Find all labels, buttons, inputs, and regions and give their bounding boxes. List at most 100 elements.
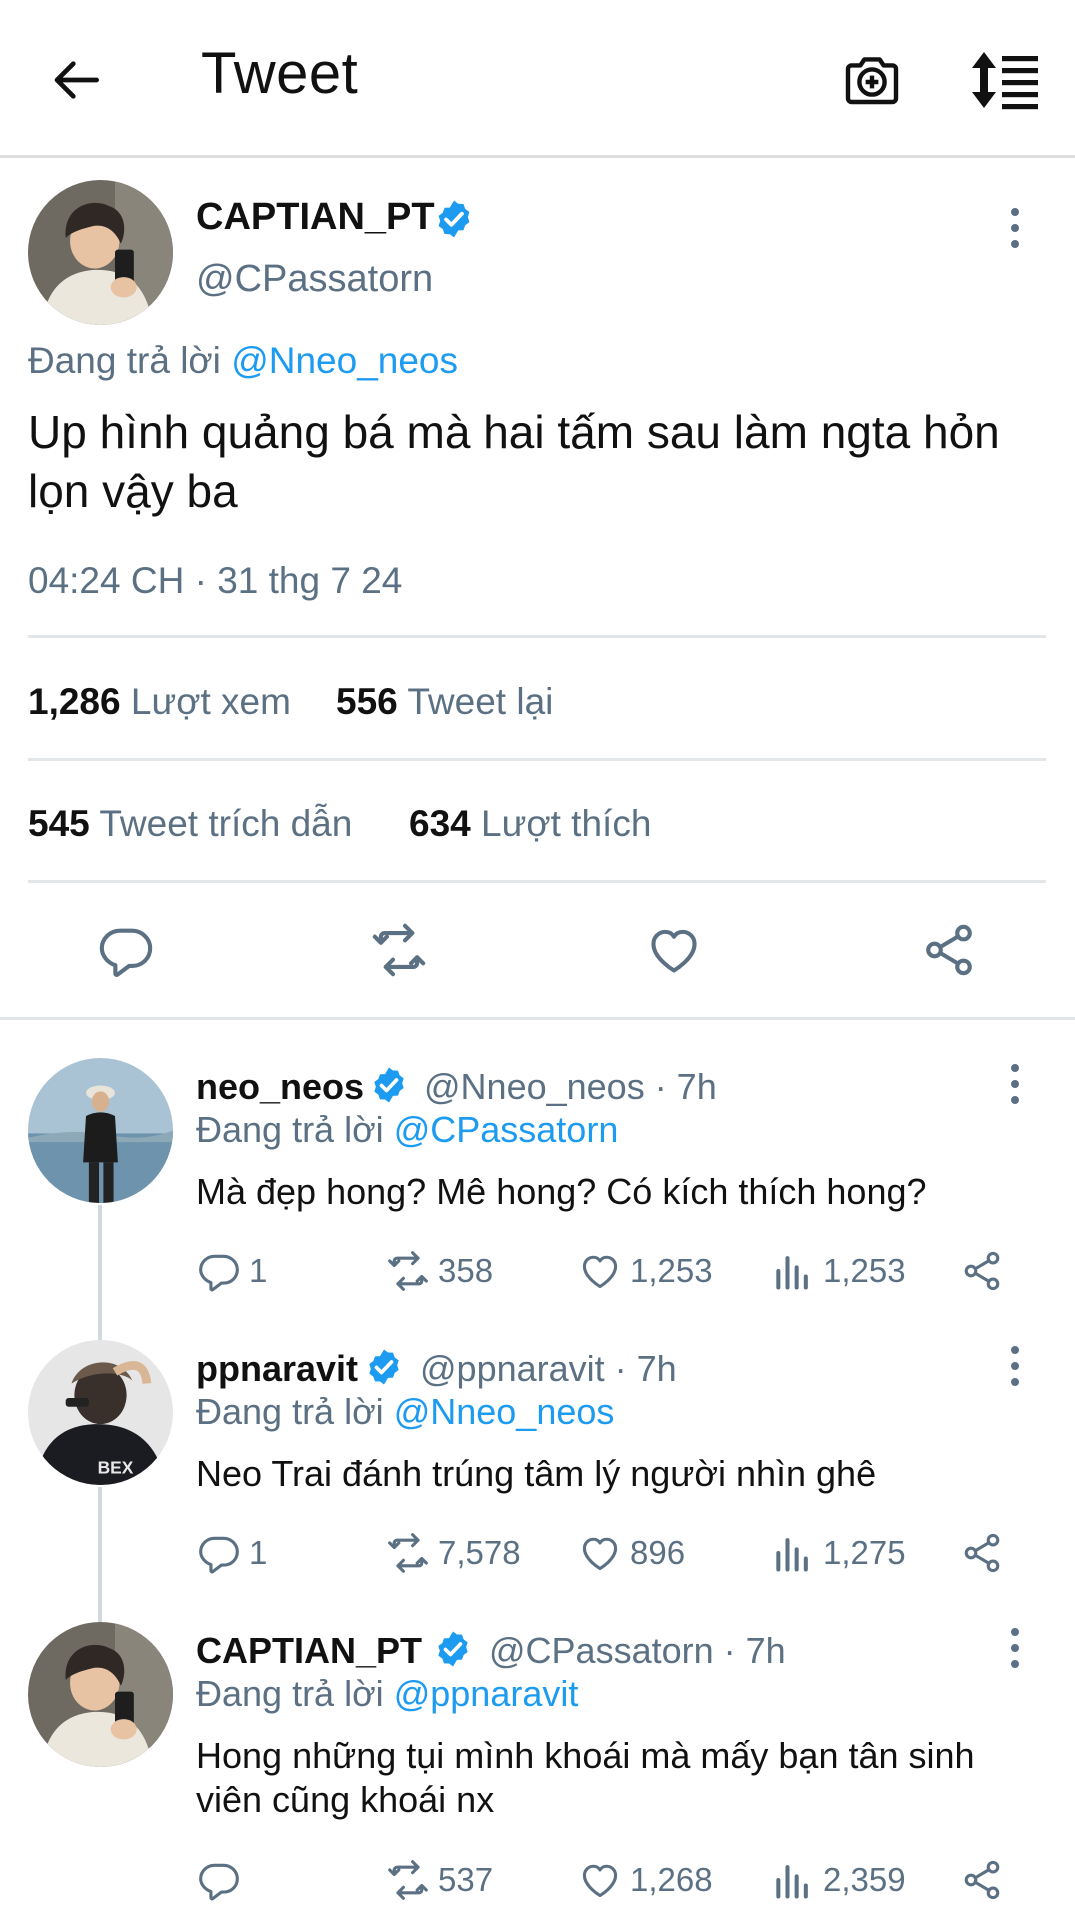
add-photo-camera-icon[interactable] [840,48,904,112]
reply-icon[interactable] [97,921,155,979]
quotes-label: Tweet trích dẫn [99,803,353,844]
reply-avatar[interactable]: BEX [28,1340,173,1485]
author-avatar[interactable] [28,180,173,325]
share-icon[interactable] [960,1249,1004,1293]
replying-to-label: Đang trả lời [28,340,221,381]
likes-label: Lượt thích [481,803,652,844]
views-button[interactable]: 1,275 [771,1528,906,1578]
replying-to-line: Đang trả lời @Nneo_neos [28,340,458,382]
back-arrow-icon[interactable] [50,52,106,108]
views-icon [771,1858,815,1902]
divider [28,635,1046,638]
views-count: 1,286 [28,681,121,722]
views-button[interactable]: 2,359 [771,1855,906,1905]
like-icon[interactable] [645,921,703,979]
verified-badge-icon [369,1065,409,1105]
like-icon [578,1531,622,1575]
quotes-stat[interactable]: 545 Tweet trích dẫn [28,803,352,845]
reply-avatar[interactable] [28,1622,173,1767]
sort-replies-icon[interactable] [970,50,1040,110]
like-icon [578,1249,622,1293]
views-icon [771,1531,815,1575]
reply-handle-time[interactable]: @CPassatorn · 7h [489,1630,786,1672]
verified-badge-icon [433,1629,473,1669]
replying-to-mention[interactable]: @ppnaravit [394,1673,579,1714]
tweet-timestamp[interactable]: 04:24 CH · 31 thg 7 24 [28,560,402,602]
verified-badge-icon [364,1347,404,1387]
author-handle[interactable]: @CPassatorn [196,258,433,301]
divider [28,880,1046,883]
retweets-stat[interactable]: 556 Tweet lại [336,681,553,723]
reply-handle-time[interactable]: @Nneo_neos · 7h [424,1066,717,1108]
page-title: Tweet [201,41,359,106]
divider [0,1017,1075,1020]
like-icon [578,1858,622,1902]
retweet-button[interactable]: 358 [386,1246,493,1296]
more-options-icon[interactable] [1005,1626,1025,1670]
retweets-count: 556 [336,681,398,722]
retweet-icon [386,1531,430,1575]
reply-button[interactable]: 1 [197,1246,267,1296]
more-options-icon[interactable] [1005,1062,1025,1106]
retweet-button[interactable]: 7,578 [386,1528,521,1578]
likes-count: 634 [409,803,471,844]
tweet-text: Up hình quảng bá mà hai tấm sau làm ngta… [28,406,1000,517]
more-options-icon[interactable] [1005,206,1025,250]
replying-to-label: Đang trả lời [196,1109,384,1150]
retweet-button[interactable]: 537 [386,1855,493,1905]
share-icon[interactable] [960,1858,1004,1902]
reply-author-name[interactable]: neo_neos [196,1066,364,1108]
retweet-count: 537 [438,1861,494,1898]
replying-to-mention[interactable]: @CPassatorn [394,1109,619,1150]
replying-to-mention[interactable]: @Nneo_neos [231,340,458,381]
reply-author-name[interactable]: CAPTIAN_PT [196,1630,422,1672]
reply-icon [197,1858,241,1902]
reply-text: Hong những tụi mình khoái mà mấy bạn tân… [196,1735,975,1820]
share-icon[interactable] [960,1531,1004,1575]
thread-connector [98,1487,102,1624]
like-count: 1,253 [630,1252,713,1289]
author-name[interactable]: CAPTIAN_PT [196,196,435,239]
reply-author-name[interactable]: ppnaravit [196,1348,358,1390]
replying-to-mention[interactable]: @Nneo_neos [394,1391,615,1432]
replying-to-label: Đang trả lời [196,1391,384,1432]
reply-icon [197,1531,241,1575]
like-button[interactable]: 896 [578,1528,685,1578]
reply-text: Mà đẹp hong? Mê hong? Có kích thích hong… [196,1171,927,1212]
likes-stat[interactable]: 634 Lượt thích [409,803,651,845]
views-button[interactable]: 1,253 [771,1246,906,1296]
quotes-count: 545 [28,803,90,844]
verified-badge-icon [433,198,475,240]
divider [28,758,1046,761]
like-button[interactable]: 1,268 [578,1855,713,1905]
retweet-icon[interactable] [370,921,428,979]
more-options-icon[interactable] [1005,1344,1025,1388]
views-icon [771,1249,815,1293]
retweet-icon [386,1249,430,1293]
replying-to-line: Đang trả lời @CPassatorn [196,1109,618,1151]
share-icon[interactable] [920,921,978,979]
reply-count: 1 [249,1534,268,1571]
reply-handle-time[interactable]: @ppnaravit · 7h [420,1348,677,1390]
views-stat: 1,286 Lượt xem [28,681,291,723]
views-label: Lượt xem [130,681,291,722]
views-count: 2,359 [823,1861,906,1898]
views-count: 1,275 [823,1534,906,1571]
reply-button[interactable] [197,1855,249,1905]
thread-connector [98,1205,102,1342]
retweet-icon [386,1858,430,1902]
like-button[interactable]: 1,253 [578,1246,713,1296]
reply-button[interactable]: 1 [197,1528,267,1578]
reply-icon [197,1249,241,1293]
retweet-count: 358 [438,1252,494,1289]
replying-to-label: Đang trả lời [196,1673,384,1714]
like-count: 1,268 [630,1861,713,1898]
views-count: 1,253 [823,1252,906,1289]
top-app-bar: Tweet [0,0,1075,158]
retweets-label: Tweet lại [407,681,554,722]
reply-text: Neo Trai đánh trúng tâm lý người nhìn gh… [196,1453,877,1494]
reply-avatar[interactable] [28,1058,173,1203]
replying-to-line: Đang trả lời @Nneo_neos [196,1391,614,1433]
svg-text:BEX: BEX [98,1457,134,1477]
reply-count: 1 [249,1252,268,1289]
